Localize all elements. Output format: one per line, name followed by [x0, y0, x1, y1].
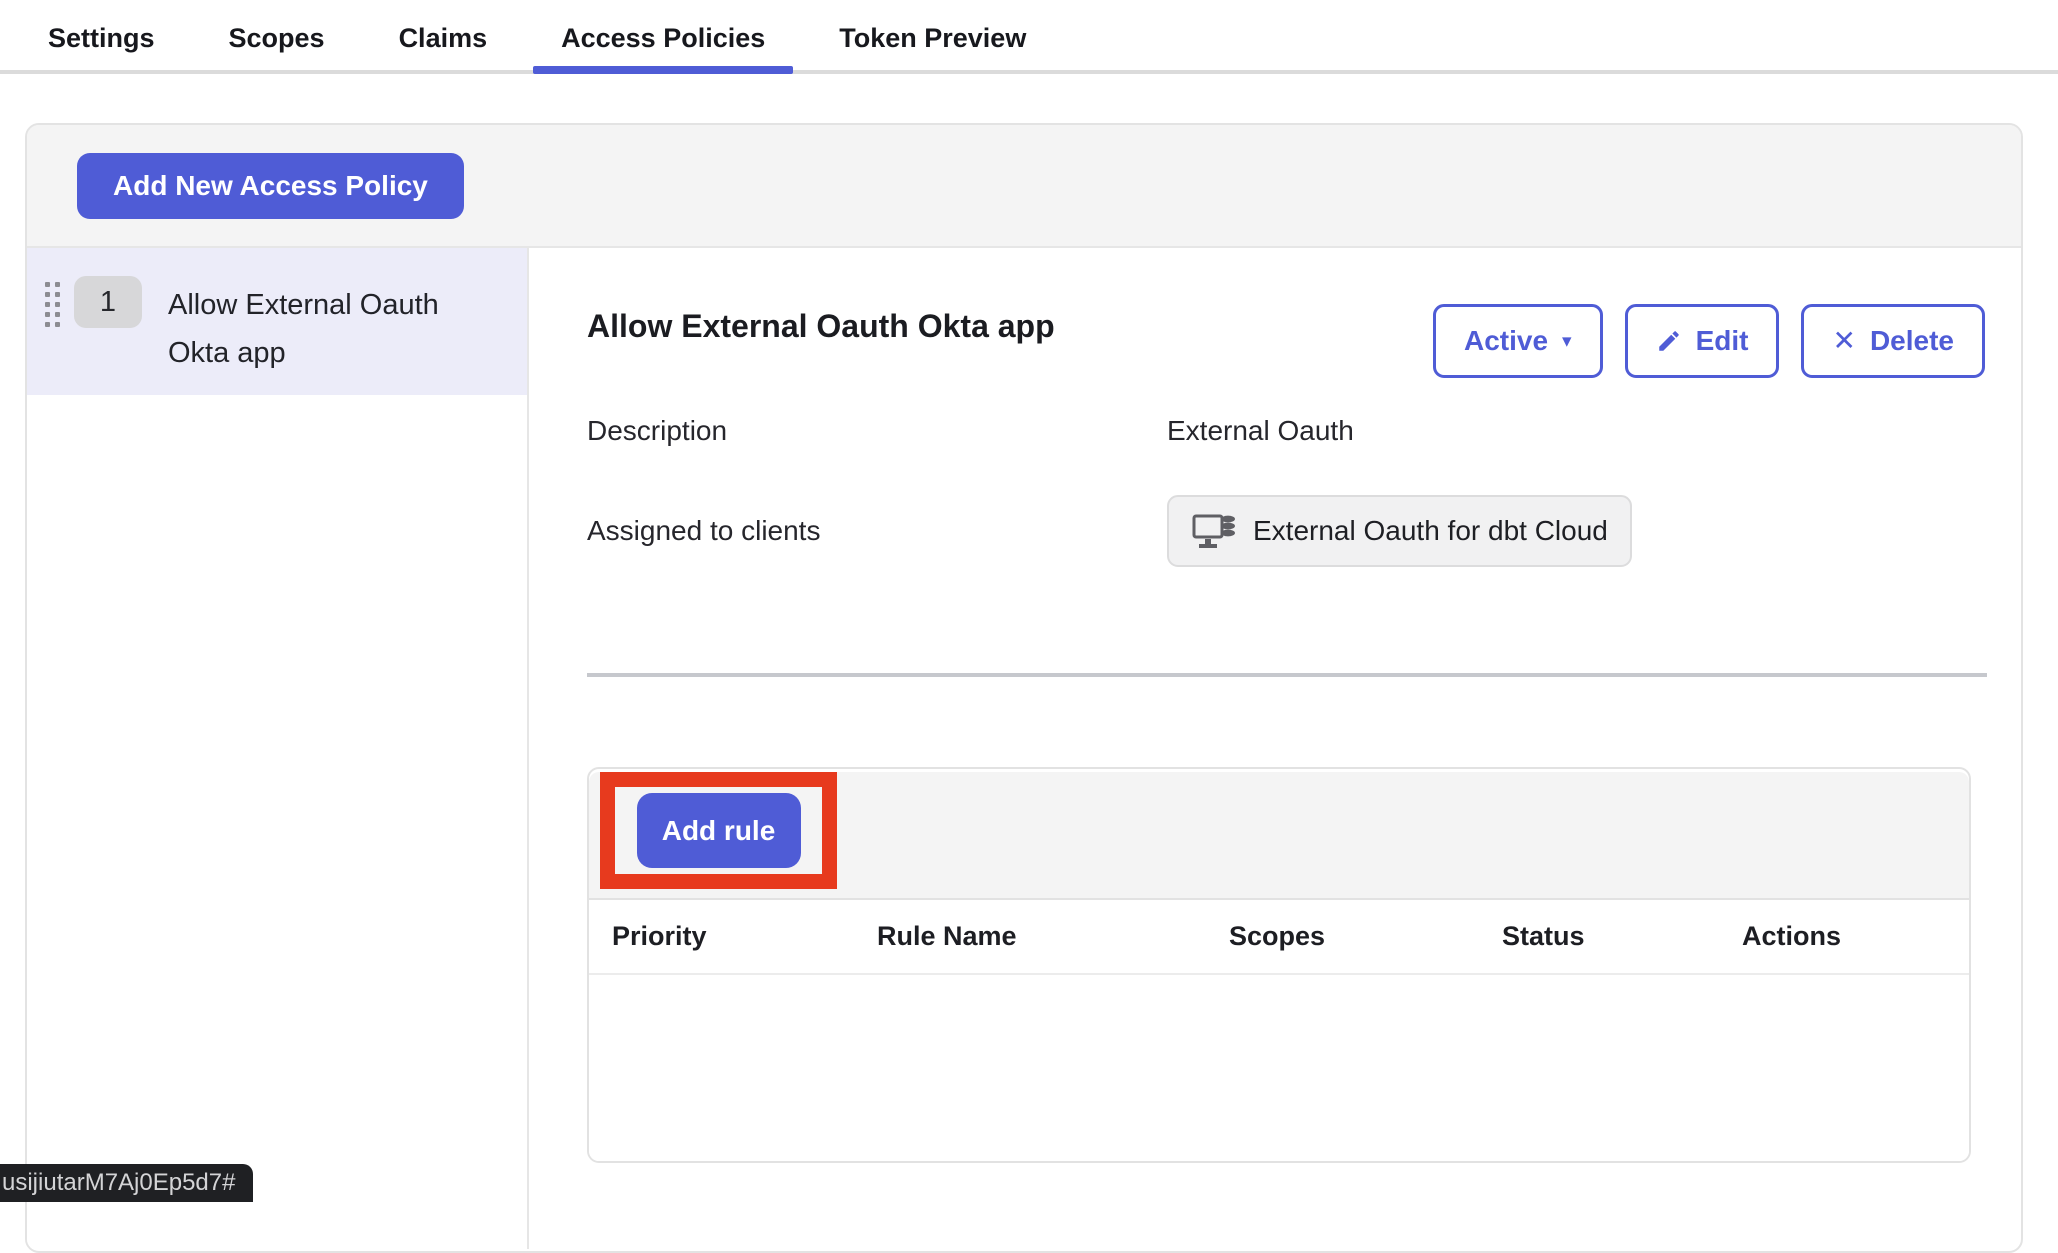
policy-list-sidebar: 1 Allow External Oauth Okta app: [27, 248, 529, 1249]
assigned-clients-label: Assigned to clients: [587, 515, 1167, 547]
chevron-down-icon: ▾: [1562, 332, 1572, 351]
tab-claims[interactable]: Claims: [371, 3, 516, 70]
delete-label: Delete: [1870, 325, 1954, 357]
edit-label: Edit: [1696, 325, 1749, 357]
rules-header: Add rule: [589, 772, 1969, 900]
column-priority: Priority: [612, 921, 877, 952]
policy-panel-body: 1 Allow External Oauth Okta app Allow Ex…: [27, 248, 2021, 1249]
drag-handle-icon[interactable]: [45, 282, 60, 327]
tab-access-policies[interactable]: Access Policies: [533, 3, 793, 70]
rules-panel: Add rule Priority Rule Name Scopes Statu…: [587, 767, 1971, 1163]
policy-list-item[interactable]: 1 Allow External Oauth Okta app: [27, 248, 527, 395]
policy-panel-header: Add New Access Policy: [27, 125, 2021, 248]
section-divider: [587, 673, 1987, 677]
policy-order-badge: 1: [74, 276, 142, 328]
tab-scopes[interactable]: Scopes: [201, 3, 353, 70]
page-title: Allow External Oauth Okta app: [587, 304, 1055, 345]
description-value: External Oauth: [1167, 415, 2001, 447]
add-new-access-policy-button[interactable]: Add New Access Policy: [77, 153, 464, 219]
column-rule-name: Rule Name: [877, 921, 1229, 952]
rules-table-header: Priority Rule Name Scopes Status Actions: [589, 900, 1969, 975]
column-actions: Actions: [1742, 921, 1969, 952]
tab-settings[interactable]: Settings: [20, 3, 183, 70]
add-rule-button[interactable]: Add rule: [637, 793, 801, 868]
access-policies-panel: Add New Access Policy 1 Allow External O…: [25, 123, 2023, 1253]
client-chip-label: External Oauth for dbt Cloud: [1253, 515, 1608, 547]
description-row: Description External Oauth: [587, 415, 2001, 447]
policy-detail: Allow External Oauth Okta app Active ▾ E…: [529, 248, 2021, 1249]
monitor-icon: [1191, 511, 1237, 551]
client-chip: External Oauth for dbt Cloud: [1167, 495, 1632, 567]
policy-actions: Active ▾ Edit ✕ Delete: [1433, 304, 1985, 378]
pencil-icon: [1656, 328, 1682, 354]
column-status: Status: [1502, 921, 1742, 952]
column-scopes: Scopes: [1229, 921, 1502, 952]
tab-token-preview[interactable]: Token Preview: [811, 3, 1054, 70]
policy-name: Allow External Oauth Okta app: [168, 281, 480, 377]
annotation-highlight-box: Add rule: [600, 772, 837, 889]
delete-button[interactable]: ✕ Delete: [1801, 304, 1985, 378]
assigned-clients-row: Assigned to clients E: [587, 495, 2001, 567]
close-icon: ✕: [1832, 327, 1855, 355]
edit-button[interactable]: Edit: [1625, 304, 1780, 378]
policy-title-row: Allow External Oauth Okta app Active ▾ E…: [587, 304, 2001, 378]
rules-table-body: [589, 975, 1969, 1161]
status-dropdown-button[interactable]: Active ▾: [1433, 304, 1603, 378]
description-label: Description: [587, 415, 1167, 447]
status-label: Active: [1464, 325, 1548, 357]
status-tooltip: usijiutarM7Aj0Ep5d7#: [0, 1164, 253, 1202]
tab-bar: Settings Scopes Claims Access Policies T…: [0, 0, 2058, 74]
